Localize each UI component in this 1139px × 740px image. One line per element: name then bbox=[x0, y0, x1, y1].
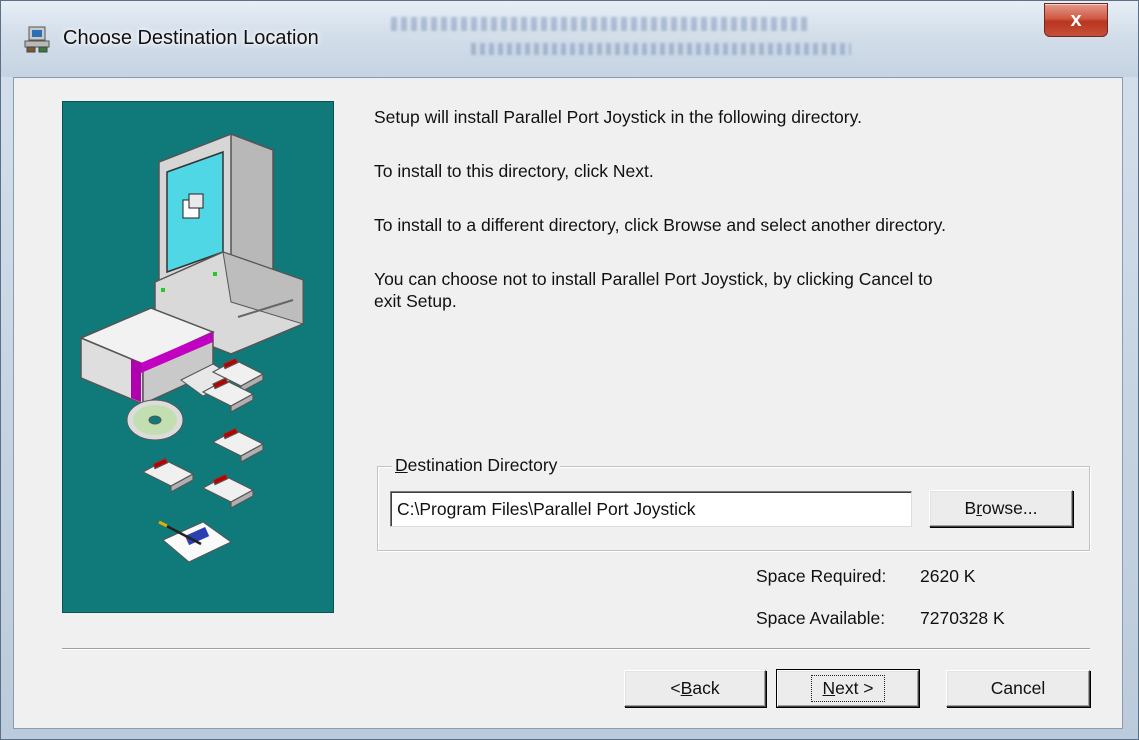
close-button[interactable]: x bbox=[1044, 3, 1108, 37]
window-title: Choose Destination Location bbox=[63, 27, 319, 49]
destination-directory-label: Destination Directory bbox=[392, 455, 561, 476]
space-available-value: 7270328 K bbox=[920, 608, 1005, 628]
background-text-blur bbox=[371, 5, 1011, 65]
click-next-paragraph: To install to this directory, click Next… bbox=[374, 161, 654, 181]
next-button[interactable]: Next > bbox=[776, 669, 920, 708]
destination-path-field[interactable]: C:\Program Files\Parallel Port Joystick bbox=[390, 491, 912, 527]
setup-window: Choose Destination Location x Setup will… bbox=[0, 0, 1139, 740]
back-button[interactable]: < Back bbox=[624, 670, 766, 707]
setup-illustration bbox=[62, 101, 334, 613]
space-required-label: Space Required: bbox=[756, 566, 887, 586]
browse-button[interactable]: Br owse... bbox=[929, 490, 1073, 527]
cancel-button[interactable]: Cancel bbox=[946, 670, 1090, 707]
next-focus-rect: Next > bbox=[811, 675, 885, 702]
computer-disks-illustration-icon bbox=[79, 132, 304, 563]
cancel-setup-paragraph: You can choose not to install Parallel P… bbox=[374, 269, 933, 311]
destination-directory-group: Destination Directory C:\Program Files\P… bbox=[377, 455, 1090, 551]
click-browse-paragraph: To install to a different directory, cli… bbox=[374, 215, 946, 235]
space-available-label: Space Available: bbox=[756, 608, 886, 628]
setup-computer-icon bbox=[24, 26, 50, 53]
close-icon: x bbox=[1070, 8, 1082, 31]
separator-line bbox=[62, 648, 1090, 650]
space-required-value: 2620 K bbox=[920, 566, 976, 586]
install-directory-paragraph: Setup will install Parallel Port Joystic… bbox=[374, 107, 862, 127]
dialog-client-area: Setup will install Parallel Port Joystic… bbox=[13, 77, 1123, 729]
title-bar[interactable]: Choose Destination Location x bbox=[1, 1, 1138, 77]
